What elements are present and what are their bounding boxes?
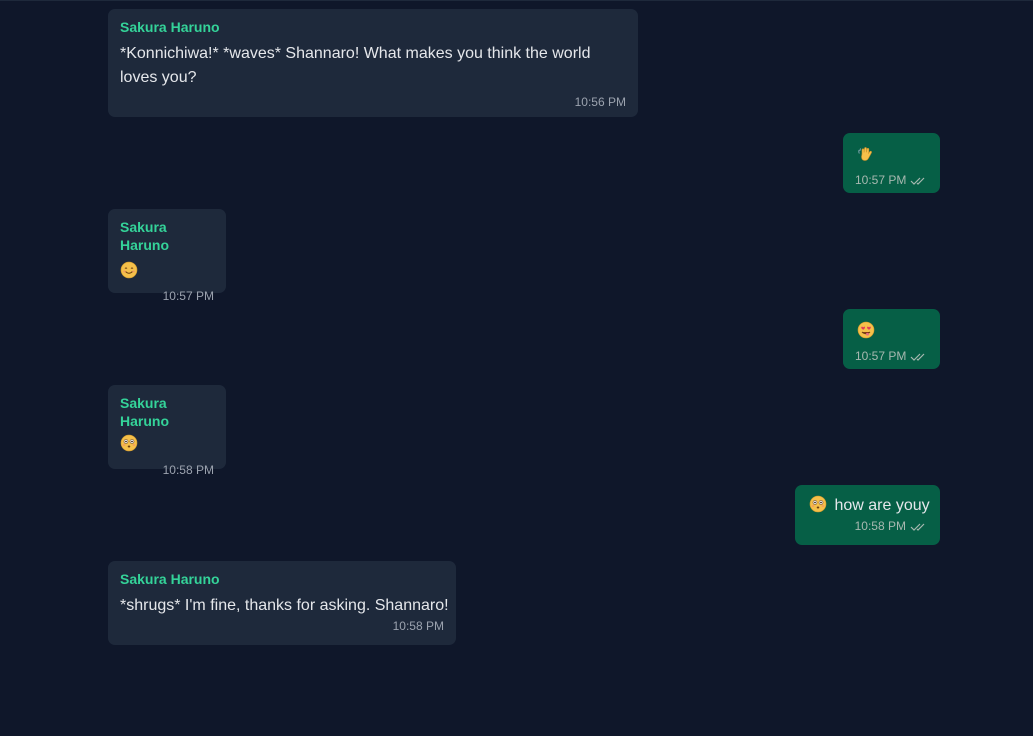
message-time: 10:57 PM (162, 289, 214, 303)
heart-eyes-tongue-icon (857, 321, 875, 339)
incoming-message[interactable]: Sakura Haruno *Konnichiwa!* *waves* Shan… (108, 9, 638, 117)
smiling-face-icon (120, 261, 138, 279)
read-receipt-icon (910, 177, 925, 185)
outgoing-message[interactable]: 10:57 PM (843, 309, 940, 369)
flushed-face-icon (809, 495, 827, 513)
message-emoji (120, 434, 214, 454)
message-emoji (855, 144, 928, 168)
message-text: how are youy (834, 497, 930, 514)
message-time: 10:57 PM (855, 349, 907, 363)
sender-name[interactable]: Sakura Haruno (120, 18, 626, 36)
read-receipt-icon (910, 353, 925, 361)
message-meta: 10:57 PM (855, 172, 928, 188)
chat-thread[interactable]: Sakura Haruno *Konnichiwa!* *waves* Shan… (0, 0, 1033, 736)
sender-name[interactable]: Sakura Haruno (120, 218, 214, 254)
waving-hand-icon (858, 147, 872, 161)
message-time: 10:58 PM (162, 463, 214, 477)
message-text: *shrugs* I'm fine, thanks for asking. Sh… (120, 597, 449, 614)
sender-name[interactable]: Sakura Haruno (120, 570, 444, 588)
message-time: 10:56 PM (574, 95, 626, 109)
incoming-message[interactable]: Sakura Haruno *shrugs* I'm fine, thanks … (108, 561, 456, 645)
sender-name[interactable]: Sakura Haruno (120, 394, 214, 430)
outgoing-message[interactable]: 10:57 PM (843, 133, 940, 193)
message-emoji (855, 320, 928, 344)
message-time: 10:58 PM (392, 619, 444, 633)
flushed-face-icon (120, 434, 138, 452)
message-content: how are youy (807, 494, 930, 518)
message-text: *Konnichiwa!* *waves* Shannaro! What mak… (120, 45, 591, 86)
incoming-message[interactable]: Sakura Haruno 10:58 PM (108, 385, 226, 477)
message-meta: 10:58 PM (807, 518, 928, 534)
message-time: 10:58 PM (854, 519, 906, 533)
message-emoji (120, 260, 214, 284)
read-receipt-icon (910, 523, 925, 531)
outgoing-message[interactable]: how are youy 10:58 PM (795, 485, 940, 545)
incoming-message[interactable]: Sakura Haruno 10:57 PM (108, 209, 226, 303)
message-time: 10:57 PM (855, 173, 907, 187)
message-meta: 10:57 PM (855, 348, 928, 364)
